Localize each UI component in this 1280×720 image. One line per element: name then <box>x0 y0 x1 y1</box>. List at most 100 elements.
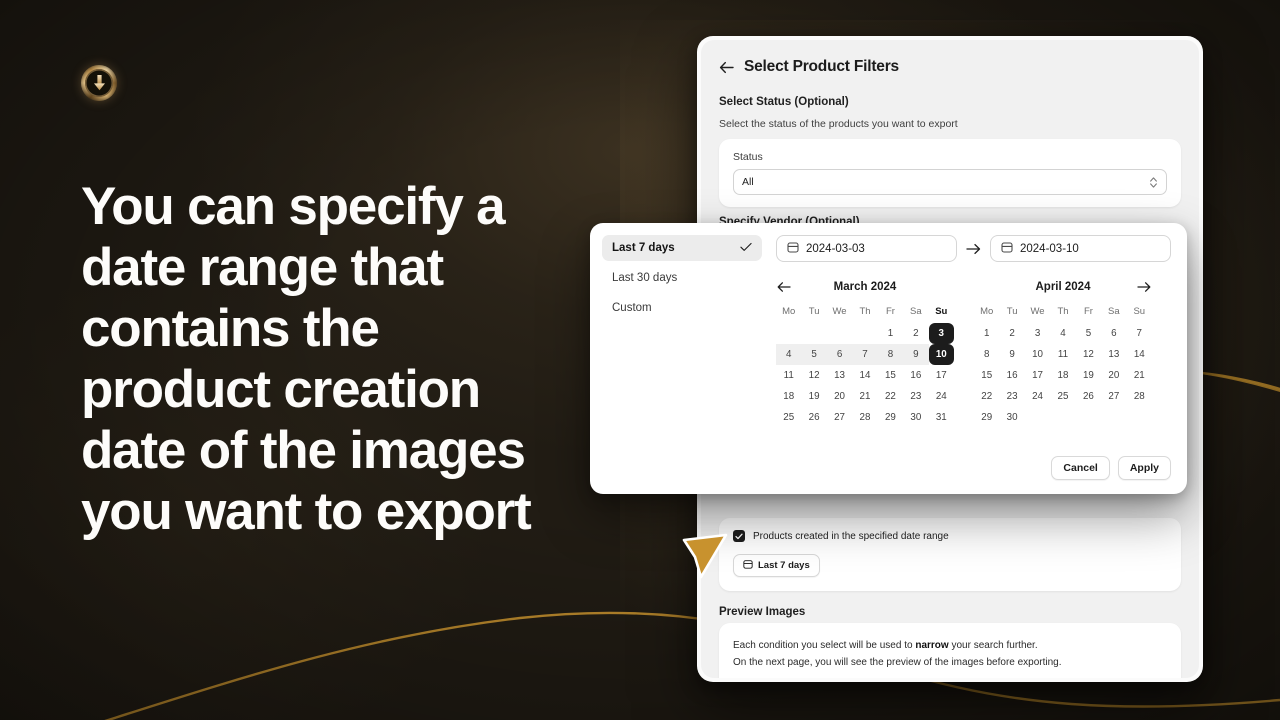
calendar-header: April 2024 <box>974 278 1152 296</box>
day-cell[interactable]: 19 <box>1076 365 1101 386</box>
day-cell[interactable]: 19 <box>801 386 826 407</box>
day-cell[interactable]: 27 <box>1101 386 1126 407</box>
calendar-april: April 2024 Mo Tu We Th Fr Sa Su 1 2 3 4 5 6 7 8 9 10 11 1… <box>974 278 1152 428</box>
calendar-icon <box>743 559 753 572</box>
end-date-input[interactable]: 2024-03-10 <box>990 235 1171 262</box>
day-cell[interactable]: 26 <box>801 407 826 428</box>
day-cell[interactable]: 6 <box>1101 323 1126 344</box>
weekday-label: Tu <box>1006 306 1018 317</box>
date-range-chip-label: Last 7 days <box>758 560 810 571</box>
day-cell[interactable]: 7 <box>852 344 878 365</box>
day-cell[interactable]: 16 <box>903 365 928 386</box>
day-cell[interactable]: 4 <box>776 344 802 365</box>
day-cell[interactable]: 9 <box>999 344 1024 365</box>
day-cell[interactable]: 26 <box>1076 386 1101 407</box>
day-cell-empty <box>776 323 801 344</box>
day-cell[interactable]: 24 <box>929 386 954 407</box>
next-month-button[interactable] <box>1136 281 1152 293</box>
day-cell[interactable]: 3 <box>1025 323 1050 344</box>
day-cell[interactable]: 29 <box>878 407 903 428</box>
preview-panel: Each condition you select will be used t… <box>719 623 1181 678</box>
day-cell[interactable]: 30 <box>999 407 1024 428</box>
date-preset-label: Last 7 days <box>612 242 675 254</box>
day-cell[interactable]: 5 <box>801 344 827 365</box>
day-cell[interactable]: 14 <box>852 365 877 386</box>
day-cell[interactable]: 13 <box>1101 344 1126 365</box>
card-header: Select Product Filters <box>719 58 1181 76</box>
date-inputs-row: 2024-03-03 2024-03-10 <box>776 235 1171 262</box>
day-cell[interactable]: 28 <box>1127 386 1152 407</box>
day-cell[interactable]: 9 <box>903 344 929 365</box>
day-cell[interactable]: 31 <box>929 407 954 428</box>
day-cell[interactable]: 23 <box>903 386 928 407</box>
day-cell[interactable]: 13 <box>827 365 852 386</box>
date-preset-last-30-days[interactable]: Last 30 days <box>602 265 762 291</box>
day-cell[interactable]: 11 <box>776 365 801 386</box>
day-cell[interactable]: 5 <box>1076 323 1101 344</box>
day-cell[interactable]: 16 <box>999 365 1024 386</box>
day-cell[interactable]: 12 <box>801 365 826 386</box>
popup-actions: Cancel Apply <box>1051 456 1171 480</box>
weekday-label: We <box>1030 306 1045 317</box>
weekday-label: Su <box>1133 306 1146 317</box>
calendars-row: March 2024 Mo Tu We Th Fr Sa Su 1 2 3 4 5 6 7 8 9 10 11 1… <box>776 278 1171 428</box>
back-arrow-icon[interactable] <box>719 61 734 74</box>
apply-button[interactable]: Apply <box>1117 456 1171 480</box>
day-cell[interactable]: 18 <box>776 386 801 407</box>
prev-month-button[interactable] <box>776 281 792 293</box>
day-cell[interactable]: 15 <box>878 365 903 386</box>
day-cell[interactable]: 27 <box>827 407 852 428</box>
day-cell[interactable]: 2 <box>903 323 928 344</box>
day-cell[interactable]: 29 <box>974 407 999 428</box>
preview-line1-pre: Each condition you select will be used t… <box>733 640 916 651</box>
day-cell[interactable]: 22 <box>878 386 903 407</box>
day-cell[interactable]: 10 <box>1025 344 1050 365</box>
weekday-label: Th <box>859 306 871 317</box>
day-cell[interactable]: 8 <box>974 344 999 365</box>
date-preset-last-7-days[interactable]: Last 7 days <box>602 235 762 261</box>
page-headline: You can specify a date range that contai… <box>81 177 532 541</box>
day-cell[interactable]: 22 <box>974 386 999 407</box>
status-select-value: All <box>742 176 754 188</box>
day-cell[interactable]: 17 <box>929 365 954 386</box>
day-cell[interactable]: 25 <box>776 407 801 428</box>
day-cell[interactable]: 20 <box>827 386 852 407</box>
day-cell[interactable]: 21 <box>1127 365 1152 386</box>
day-cell[interactable]: 3 <box>928 323 954 344</box>
day-cell[interactable]: 7 <box>1127 323 1152 344</box>
day-cell[interactable]: 2 <box>999 323 1024 344</box>
date-preset-custom[interactable]: Custom <box>602 295 762 321</box>
day-cell[interactable]: 14 <box>1127 344 1152 365</box>
day-cell[interactable]: 23 <box>999 386 1024 407</box>
day-cell[interactable]: 12 <box>1076 344 1101 365</box>
status-select[interactable]: All <box>733 169 1167 195</box>
day-cell[interactable]: 25 <box>1050 386 1075 407</box>
day-cell[interactable]: 4 <box>1050 323 1075 344</box>
day-cell[interactable]: 10 <box>928 344 954 365</box>
day-cell[interactable]: 11 <box>1050 344 1075 365</box>
status-section-heading: Select Status (Optional) <box>719 96 849 108</box>
day-cell[interactable]: 15 <box>974 365 999 386</box>
day-cell[interactable]: 18 <box>1050 365 1075 386</box>
day-cell[interactable]: 1 <box>878 323 903 344</box>
day-cell[interactable]: 6 <box>826 344 853 365</box>
date-range-chip[interactable]: Last 7 days <box>733 554 820 577</box>
start-date-input[interactable]: 2024-03-03 <box>776 235 957 262</box>
date-range-checkbox-row[interactable]: Products created in the specified date r… <box>733 530 1167 542</box>
date-range-picker-popup: Last 7 days Last 30 days Custom 2024-03-… <box>590 223 1187 494</box>
day-cell[interactable]: 1 <box>974 323 999 344</box>
weekday-label: Tu <box>808 306 820 317</box>
preview-section-heading: Preview Images <box>719 606 806 618</box>
day-cell[interactable]: 30 <box>903 407 928 428</box>
cancel-button[interactable]: Cancel <box>1051 456 1110 480</box>
weekday-label: We <box>832 306 847 317</box>
weekday-label: Th <box>1057 306 1069 317</box>
weekday-label: Fr <box>885 306 895 317</box>
day-cell[interactable]: 28 <box>852 407 877 428</box>
day-cell[interactable]: 21 <box>852 386 877 407</box>
day-cell[interactable]: 20 <box>1101 365 1126 386</box>
date-range-checkbox[interactable] <box>733 530 745 542</box>
day-cell[interactable]: 8 <box>877 344 904 365</box>
day-cell[interactable]: 24 <box>1025 386 1050 407</box>
day-cell[interactable]: 17 <box>1025 365 1050 386</box>
